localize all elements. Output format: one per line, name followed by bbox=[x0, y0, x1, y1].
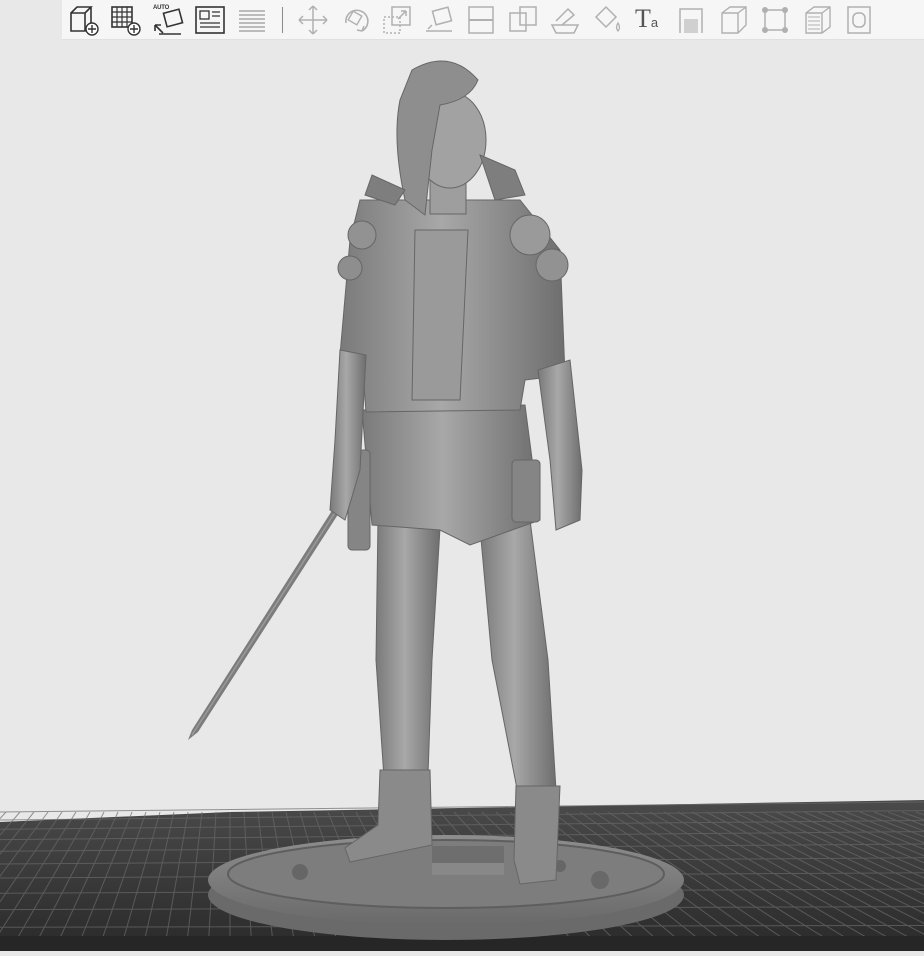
shell-icon bbox=[842, 3, 876, 37]
scale-icon bbox=[380, 3, 414, 37]
support-paint-icon bbox=[548, 3, 582, 37]
grid-plus-icon bbox=[109, 3, 143, 37]
measure-button[interactable] bbox=[715, 2, 751, 38]
3d-viewport[interactable] bbox=[0, 0, 924, 951]
measure-box-icon bbox=[716, 3, 750, 37]
layout-panels-icon bbox=[193, 3, 227, 37]
color-paint-button[interactable] bbox=[589, 2, 625, 38]
seam-icon bbox=[674, 3, 708, 37]
move-button[interactable] bbox=[295, 2, 331, 38]
figure-model bbox=[330, 61, 582, 884]
rotate-icon bbox=[338, 3, 372, 37]
split-icon bbox=[506, 3, 540, 37]
assembly-button[interactable] bbox=[757, 2, 793, 38]
model-base bbox=[208, 835, 684, 940]
cut-button[interactable] bbox=[463, 2, 499, 38]
support-paint-button[interactable] bbox=[547, 2, 583, 38]
cut-plane-icon bbox=[464, 3, 498, 37]
variable-layer-button[interactable] bbox=[799, 2, 835, 38]
split-button[interactable] bbox=[505, 2, 541, 38]
seam-button[interactable] bbox=[673, 2, 709, 38]
auto-arrange-button[interactable]: AUTO bbox=[150, 2, 186, 38]
scale-button[interactable] bbox=[379, 2, 415, 38]
lay-flat-button[interactable] bbox=[421, 2, 457, 38]
cube-plus-icon bbox=[67, 3, 101, 37]
variable-layer-icon bbox=[800, 3, 834, 37]
lay-flat-icon bbox=[422, 3, 456, 37]
layers-button[interactable] bbox=[234, 2, 270, 38]
move-arrows-icon bbox=[296, 3, 330, 37]
sword bbox=[188, 498, 346, 740]
rotate-button[interactable] bbox=[337, 2, 373, 38]
paint-bucket-icon bbox=[590, 3, 624, 37]
main-toolbar: AUTO bbox=[62, 0, 924, 40]
add-grid-button[interactable] bbox=[108, 2, 144, 38]
layout-button[interactable] bbox=[192, 2, 228, 38]
auto-label: AUTO bbox=[153, 5, 169, 11]
text-button[interactable]: Ta bbox=[631, 2, 667, 38]
shell-button[interactable] bbox=[841, 2, 877, 38]
text-icon: Ta bbox=[635, 4, 658, 34]
scene-canvas[interactable] bbox=[0, 0, 924, 951]
toolbar-separator bbox=[282, 7, 283, 33]
add-object-button[interactable] bbox=[66, 2, 102, 38]
assembly-frame-icon bbox=[758, 3, 792, 37]
layers-icon bbox=[235, 3, 269, 37]
